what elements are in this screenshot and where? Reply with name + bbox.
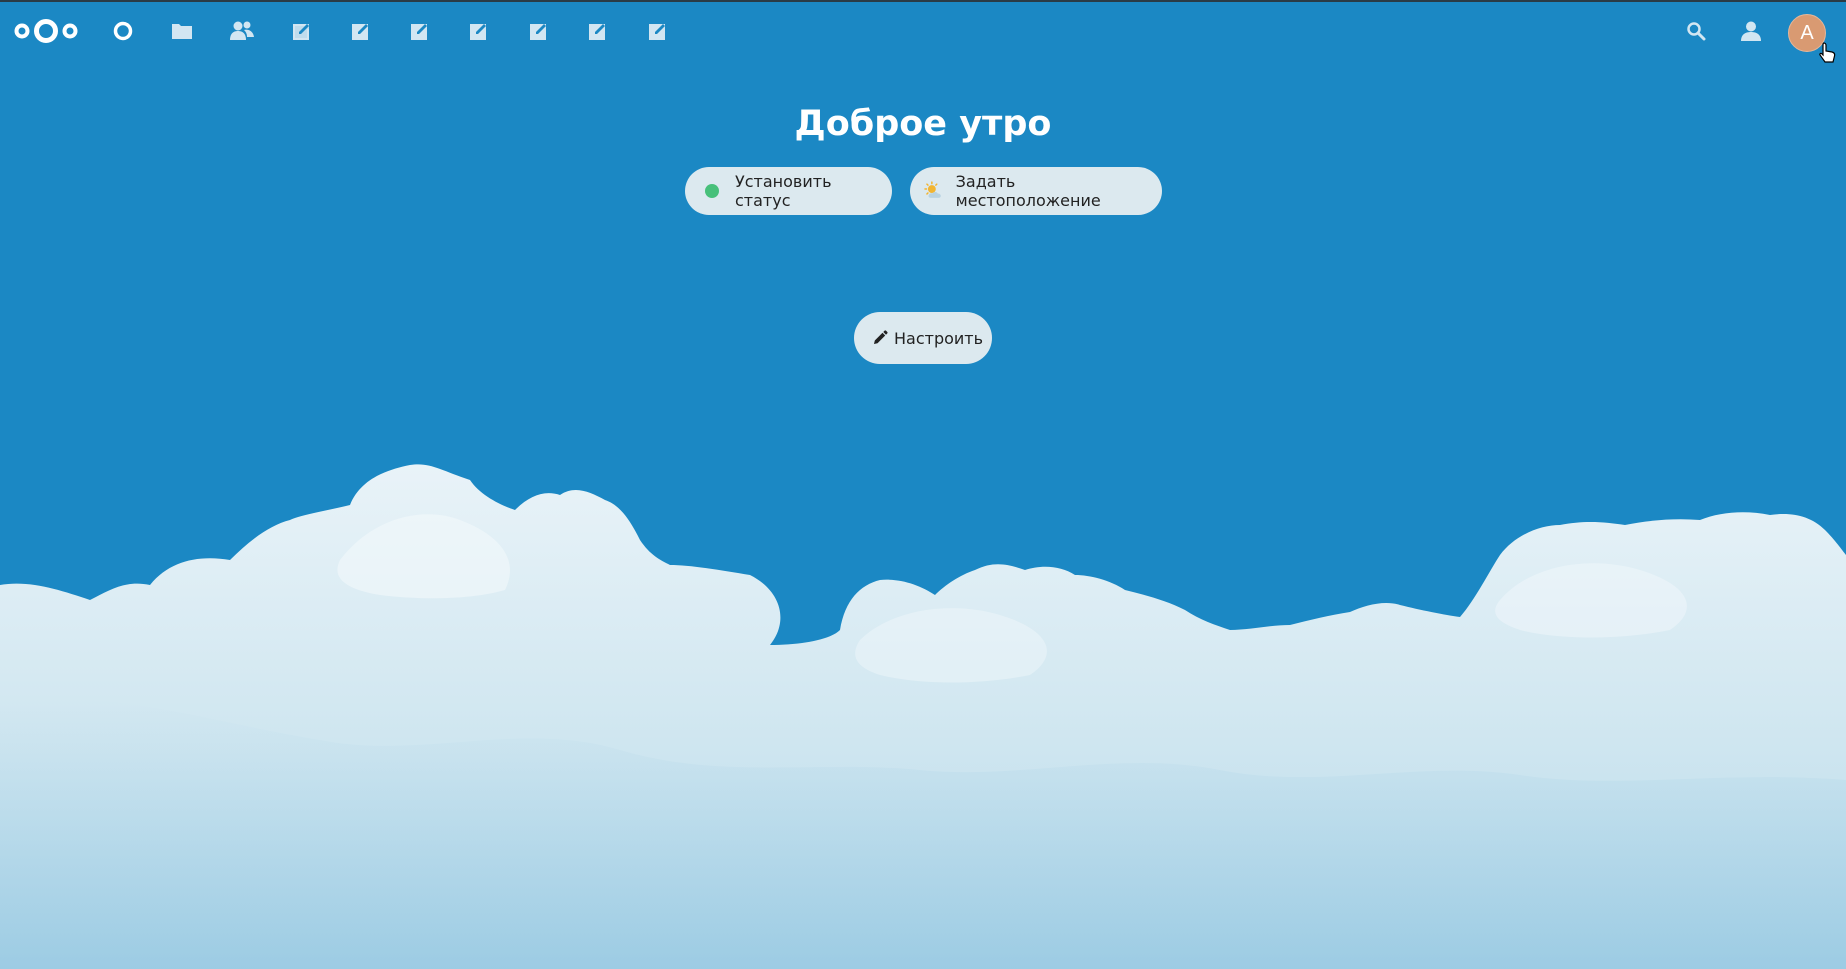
edit-icon — [411, 24, 427, 40]
set-status-button[interactable]: Установить статус — [685, 167, 892, 215]
app-2[interactable] — [343, 14, 379, 48]
app-contacts[interactable] — [224, 14, 260, 48]
app-dashboard[interactable] — [105, 14, 141, 48]
customize-button[interactable]: Настроить — [854, 312, 992, 364]
app-3[interactable] — [402, 14, 438, 48]
set-location-label: Задать местоположение — [955, 172, 1101, 210]
edit-icon — [470, 24, 486, 40]
app-1[interactable] — [284, 14, 320, 48]
app-4[interactable] — [461, 14, 497, 48]
unified-search-button[interactable] — [1678, 14, 1714, 48]
set-location-button[interactable]: Задать местоположение — [910, 167, 1162, 215]
mouse-cursor-icon — [1819, 42, 1836, 63]
avatar-initial: A — [1800, 21, 1814, 44]
pencil-icon — [874, 330, 888, 344]
set-status-label: Установить статус — [735, 172, 832, 210]
edit-icon — [649, 24, 665, 40]
contacts-menu-button[interactable] — [1733, 14, 1769, 48]
customize-label: Настроить — [894, 328, 984, 348]
contacts-menu-icon — [1741, 21, 1761, 41]
status-online-icon — [705, 184, 719, 198]
edit-icon — [352, 24, 368, 40]
greeting-title: Доброе утро — [794, 104, 1052, 144]
app-files[interactable] — [164, 14, 200, 48]
top-header: A — [0, 2, 1846, 58]
nextcloud-logo-icon[interactable] — [12, 14, 80, 48]
weather-partly-cloudy-icon — [924, 181, 941, 198]
edit-icon — [589, 24, 605, 40]
app-7[interactable] — [640, 14, 676, 48]
search-icon — [1687, 22, 1706, 41]
edit-icon — [293, 24, 309, 40]
contacts-icon — [230, 21, 254, 40]
app-5[interactable] — [521, 14, 557, 48]
edit-icon — [530, 24, 546, 40]
app-6[interactable] — [580, 14, 616, 48]
dashboard-icon — [113, 21, 133, 41]
folder-icon — [172, 24, 192, 39]
